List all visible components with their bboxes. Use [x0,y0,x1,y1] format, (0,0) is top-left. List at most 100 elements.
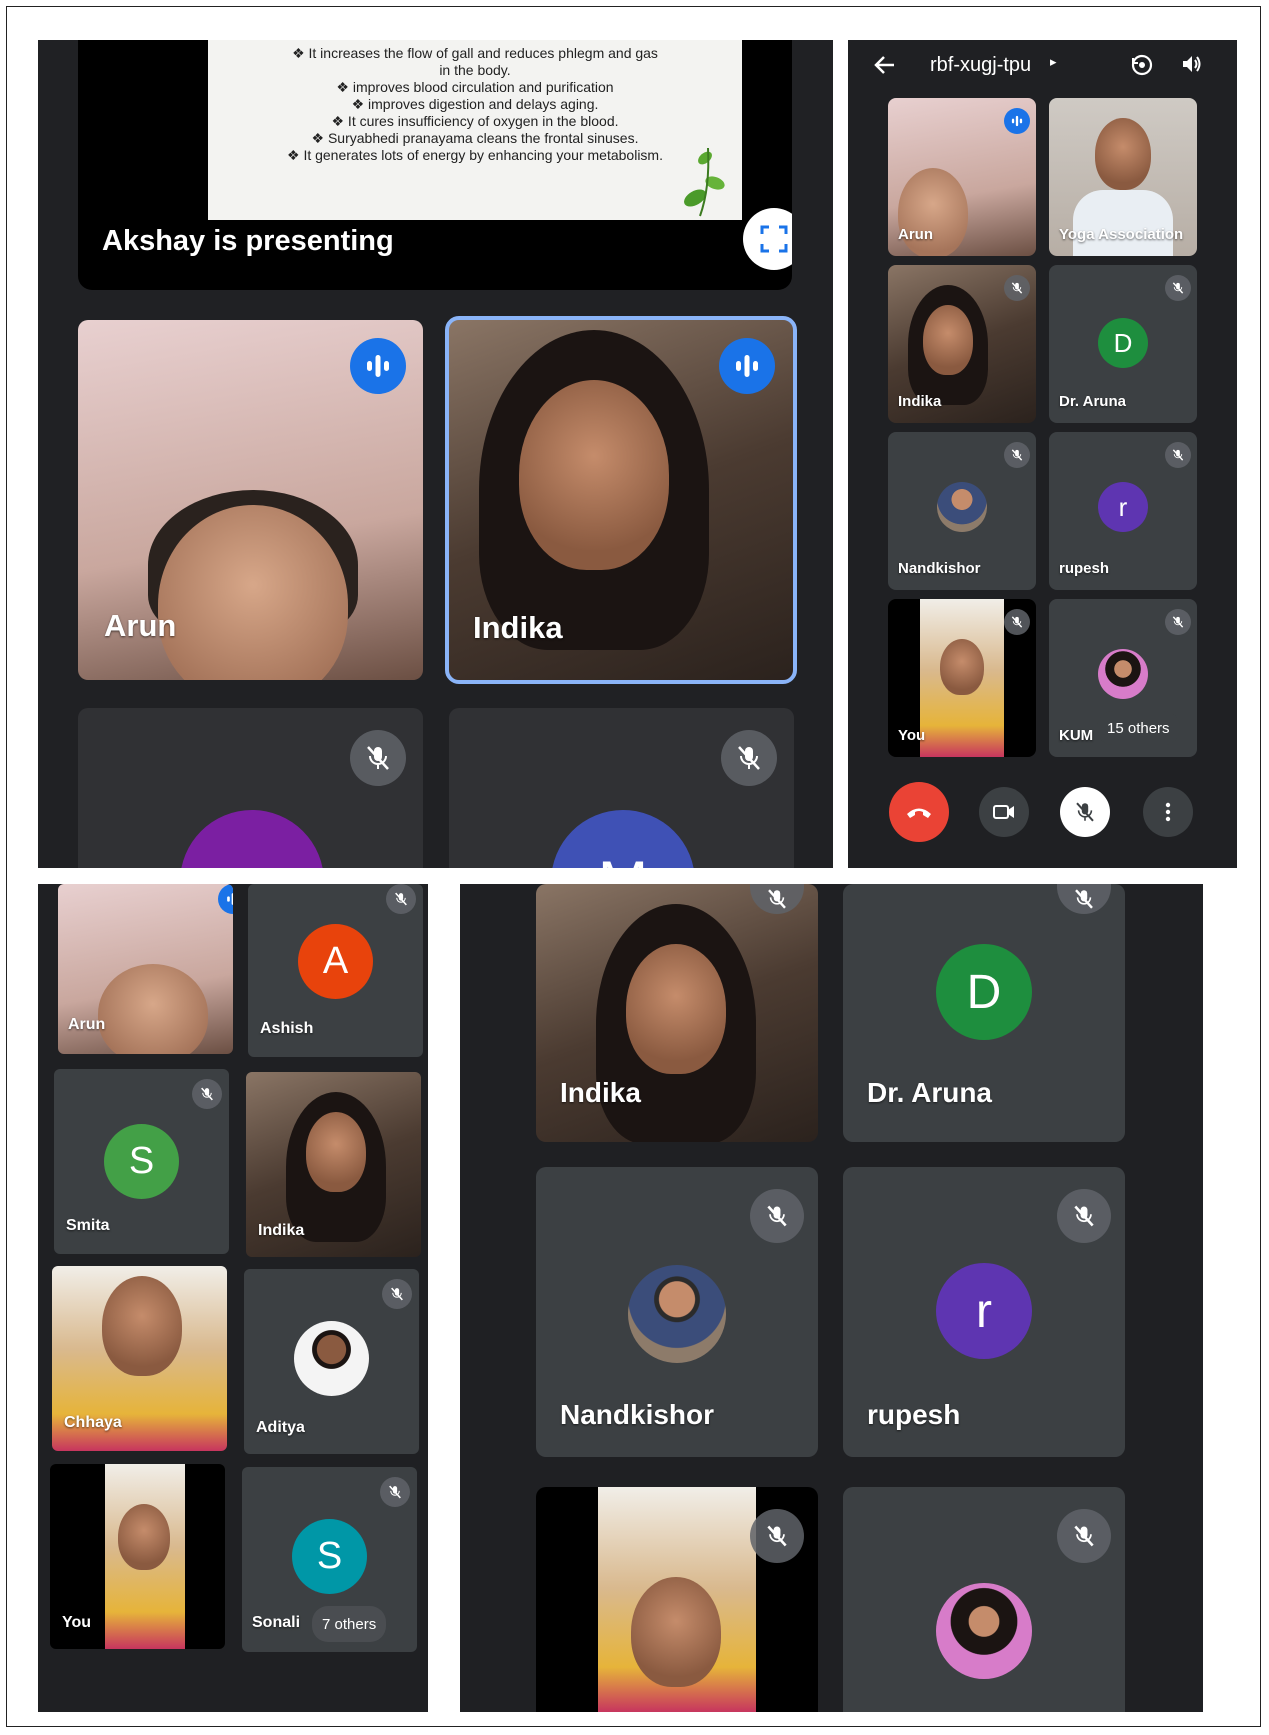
participant-name: Arun [68,1016,106,1033]
participant-tile-indika[interactable]: Indika [246,1072,421,1257]
more-vert-icon [1165,802,1171,822]
mic-off-indicator [1165,275,1191,301]
mic-off-indicator [382,1279,412,1309]
mic-off-indicator [721,730,777,786]
participant-tile-rupesh[interactable]: r rupesh [1049,432,1197,590]
participant-face [102,1276,182,1376]
video-camera-icon [993,805,1014,819]
participant-face [923,305,973,375]
mic-off-icon [1172,282,1184,294]
mic-off-icon [1011,282,1023,294]
mic-toggle-button[interactable] [1060,787,1110,837]
participant-name: Yoga Association [1059,226,1184,243]
participant-avatar: A [298,924,373,999]
mic-off-icon [201,1087,213,1101]
participant-tile-you[interactable] [536,1487,818,1712]
meeting-screenshot-zoomed: Indika D Dr. Aruna Nandkishor r rupesh [460,884,1203,1712]
speaking-indicator [1004,108,1030,134]
meeting-screenshot-presentation: ❖ It increases the flow of gall and redu… [38,40,833,868]
participant-tile-nandkishor[interactable]: Nandkishor [888,432,1036,590]
mic-off-indicator [1004,442,1030,468]
participant-face [98,964,208,1054]
speaking-indicator [719,338,775,394]
participant-tile-arun[interactable]: Arun [888,98,1036,256]
mic-off-indicator [1165,609,1191,635]
mic-off-icon [1075,889,1093,909]
participant-name: rupesh [1059,560,1110,577]
mic-off-icon [1172,616,1184,628]
mic-off-icon [391,1287,403,1301]
mic-off-icon [1172,449,1184,461]
participant-tile-sonali[interactable]: S Sonali 7 others [242,1467,417,1652]
participant-tile-chhaya[interactable]: Chhaya [52,1266,227,1451]
meeting-code[interactable]: rbf-xugj-tpu [930,54,1031,77]
participant-tile-aditya[interactable]: Aditya [244,1269,419,1454]
participant-tile-M[interactable]: M [449,708,794,868]
mic-off-icon [738,746,760,770]
participant-tile-dr-aruna[interactable]: D Dr. Aruna [843,884,1125,1142]
participant-avatar: r [936,1263,1032,1359]
participant-face [1095,118,1151,190]
chevron-right-icon[interactable]: ▸ [1050,54,1057,70]
participant-name: You [898,727,926,744]
mic-off-icon [1011,449,1023,461]
others-count-badge[interactable]: 7 others [312,1606,387,1642]
others-count-badge[interactable]: 15 others [1097,711,1180,745]
speaker-icon[interactable] [1180,52,1204,76]
participant-tile-indika[interactable]: Indika [536,884,818,1142]
end-call-button[interactable] [889,782,949,842]
top-bar: rbf-xugj-tpu ▸ [848,40,1237,90]
participant-tile-indika[interactable]: Indika [888,265,1036,423]
mic-off-indicator [1004,275,1030,301]
mic-off-indicator [380,1477,410,1507]
participant-tile-m[interactable]: m [78,708,423,868]
participant-avatar: D [936,944,1032,1040]
participant-tile-indika[interactable]: Indika [445,316,797,684]
participant-avatar: r [1098,482,1148,532]
mic-off-icon [395,892,407,906]
camera-toggle-button[interactable] [979,787,1029,837]
participant-face [519,380,669,570]
participant-name: Sonali [252,1614,301,1631]
participant-name: Dr. Aruna [1059,393,1126,410]
participant-tile-yoga-association[interactable]: Yoga Association [1049,98,1197,256]
mic-off-icon [1076,802,1094,822]
participant-photo-avatar [936,1583,1032,1679]
slide-line: ❖ Suryabhedi pranayama cleans the fronta… [311,130,639,146]
mic-off-icon [1011,616,1023,628]
participant-name: Ashish [260,1020,314,1037]
switch-camera-icon[interactable] [1129,52,1155,78]
participant-tile-arun[interactable]: Arun [58,884,233,1054]
participant-tile-kum[interactable] [843,1487,1125,1712]
participant-tile-you[interactable]: You [888,599,1036,757]
participant-tile-rupesh[interactable]: r rupesh [843,1167,1125,1457]
participant-avatar: D [1098,318,1148,368]
participant-name: Chhaya [64,1414,122,1431]
participant-tile-dr-aruna[interactable]: D Dr. Aruna [1049,265,1197,423]
slide-line: ❖ It generates lots of energy by enhanci… [287,147,663,163]
presentation-slide: ❖ It increases the flow of gall and redu… [208,40,742,220]
participant-name: You [62,1614,92,1631]
participant-tile-smita[interactable]: S Smita [54,1069,229,1254]
slide-line: ❖ improves digestion and delays aging. [351,96,599,112]
participant-name: Indika [898,393,942,410]
more-options-button[interactable] [1143,787,1193,837]
participant-tile-nandkishor[interactable]: Nandkishor [536,1167,818,1457]
participant-photo-avatar [628,1265,726,1363]
participant-tile-you[interactable]: You [50,1464,225,1649]
participant-name: Indika [560,1077,641,1108]
participant-tile-ashish[interactable]: A Ashish [248,884,423,1057]
participant-name: Arun [898,226,933,243]
fullscreen-button[interactable] [743,208,792,270]
slide-line: in the body. [439,62,511,78]
end-call-icon [907,808,931,818]
back-arrow-icon[interactable] [874,54,896,76]
participant-tile-kum[interactable]: KUM 15 others [1049,599,1197,757]
participant-tile-arun[interactable]: Arun [78,320,423,680]
participant-avatar: m [180,810,324,868]
participant-name: Indika [258,1222,305,1239]
mic-off-icon [1074,1205,1094,1227]
mic-off-indicator [192,1079,222,1109]
participant-photo-avatar [294,1321,369,1396]
presentation-tile[interactable]: ❖ It increases the flow of gall and redu… [78,40,792,290]
